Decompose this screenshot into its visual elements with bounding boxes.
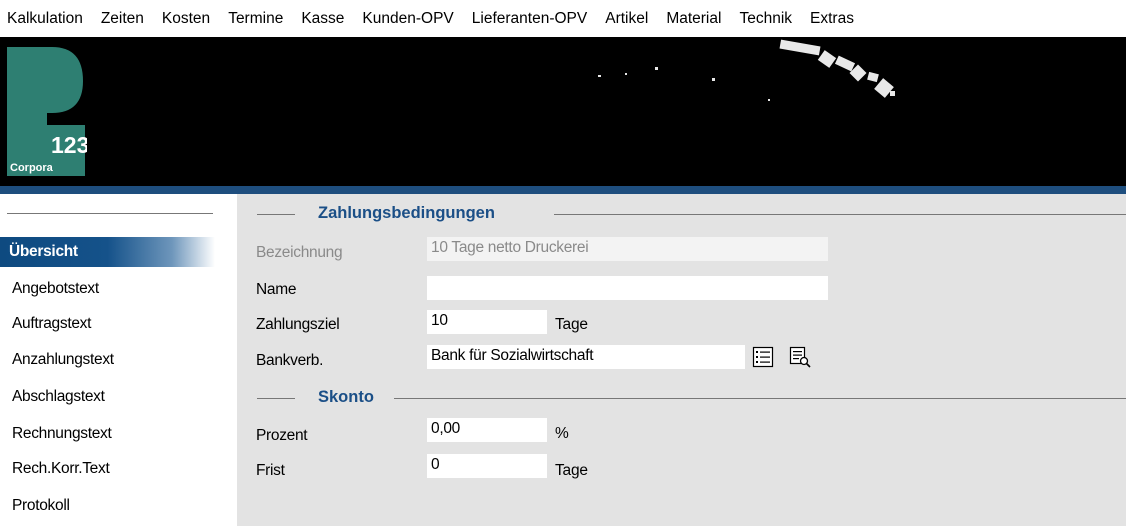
- skonto-line-right: [394, 398, 1126, 399]
- frist-field[interactable]: 0: [427, 454, 547, 478]
- sidebar: Übersicht Angebotstext Auftragstext Anza…: [0, 194, 237, 526]
- menu-kasse[interactable]: Kasse: [292, 10, 353, 28]
- sidebar-item-anzahlungstext[interactable]: Anzahlungstext: [0, 345, 114, 375]
- logo-brand: Corpora: [10, 162, 54, 174]
- zahlungsziel-unit: Tage: [555, 316, 588, 333]
- frist-label: Frist: [256, 462, 285, 479]
- menu-lieferanten-opv[interactable]: Lieferanten-OPV: [463, 10, 596, 28]
- bankverb-field[interactable]: Bank für Sozialwirtschaft: [427, 345, 745, 369]
- menu-kunden-opv[interactable]: Kunden-OPV: [353, 10, 462, 28]
- sidebar-divider: [7, 213, 213, 214]
- sidebar-item-auftragstext[interactable]: Auftragstext: [0, 309, 91, 339]
- menu-material[interactable]: Material: [657, 10, 730, 28]
- frist-unit: Tage: [555, 462, 588, 479]
- header-banner: 123 Corpora: [0, 37, 1126, 186]
- sidebar-item-uebersicht[interactable]: Übersicht: [0, 237, 215, 267]
- menu-extras[interactable]: Extras: [801, 10, 863, 28]
- section-line-left: [257, 214, 295, 215]
- header-divider: [0, 186, 1126, 194]
- main-panel: Zahlungsbedingungen Bezeichnung 10 Tage …: [237, 194, 1126, 526]
- bankverb-label: Bankverb.: [256, 352, 324, 369]
- skonto-line-left: [257, 398, 295, 399]
- menu-bar: Kalkulation Zeiten Kosten Termine Kasse …: [0, 0, 1126, 37]
- sidebar-item-rech-korr-text[interactable]: Rech.Korr.Text: [0, 454, 110, 484]
- sidebar-item-abschlagstext[interactable]: Abschlagstext: [0, 382, 105, 412]
- prozent-label: Prozent: [256, 427, 308, 444]
- sidebar-item-protokoll[interactable]: Protokoll: [0, 491, 70, 521]
- p123-logo: 123 Corpora: [7, 47, 87, 176]
- menu-kalkulation[interactable]: Kalkulation: [0, 10, 92, 28]
- prozent-unit: %: [555, 425, 569, 442]
- name-label: Name: [256, 281, 297, 298]
- sidebar-item-rechnungstext[interactable]: Rechnungstext: [0, 419, 112, 449]
- section-line-right: [554, 214, 1126, 215]
- section-title-skonto: Skonto: [318, 388, 374, 406]
- sidebar-item-angebotstext[interactable]: Angebotstext: [0, 274, 99, 304]
- list-search-icon[interactable]: [789, 346, 811, 368]
- bezeichnung-field: 10 Tage netto Druckerei: [427, 237, 828, 261]
- prozent-field[interactable]: 0,00: [427, 418, 547, 442]
- name-field[interactable]: [427, 276, 828, 300]
- menu-technik[interactable]: Technik: [730, 10, 801, 28]
- list-icon[interactable]: [752, 346, 774, 368]
- menu-kosten[interactable]: Kosten: [153, 10, 219, 28]
- bezeichnung-label: Bezeichnung: [256, 244, 343, 261]
- logo-number: 123: [51, 132, 87, 158]
- menu-zeiten[interactable]: Zeiten: [92, 10, 153, 28]
- zahlungsziel-field[interactable]: 10: [427, 310, 547, 334]
- menu-artikel[interactable]: Artikel: [596, 10, 657, 28]
- zahlungsziel-label: Zahlungsziel: [256, 316, 340, 333]
- menu-termine[interactable]: Termine: [219, 10, 292, 28]
- section-title-zahlungsbedingungen: Zahlungsbedingungen: [318, 204, 495, 222]
